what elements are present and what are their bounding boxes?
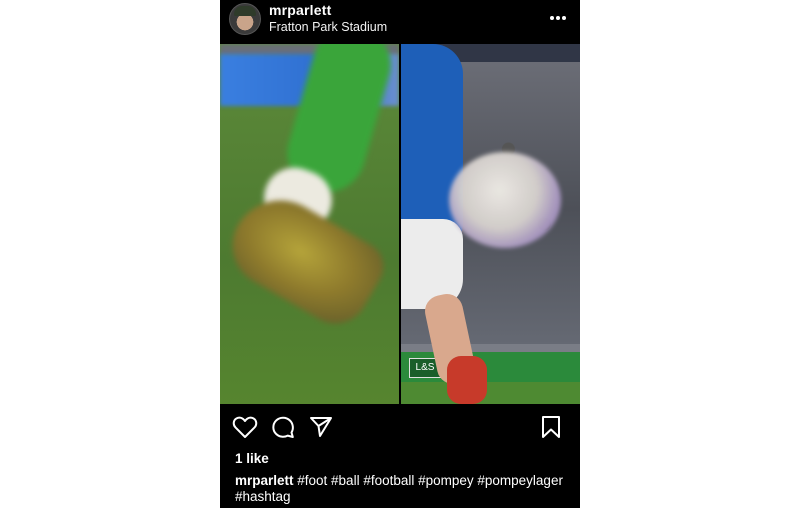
avatar-cap: [234, 6, 256, 16]
comment-button[interactable]: [270, 416, 296, 442]
photo-right-panel: L&S: [401, 44, 580, 404]
football: [449, 152, 561, 248]
post-location[interactable]: Fratton Park Stadium: [269, 20, 387, 34]
more-options-icon: [549, 8, 567, 26]
post-caption: mrparlett #foot #ball #football #pompey …: [235, 473, 570, 505]
post-photo[interactable]: L&S: [220, 44, 580, 404]
share-button[interactable]: [308, 416, 334, 442]
save-button[interactable]: [538, 414, 564, 445]
caption-username[interactable]: mrparlett: [235, 473, 294, 488]
heart-icon: [232, 415, 258, 444]
post-header: mrparlett Fratton Park Stadium: [220, 0, 580, 44]
post-username[interactable]: mrparlett: [269, 2, 331, 18]
bookmark-icon: [539, 414, 563, 445]
send-icon: [308, 414, 334, 445]
post-actions: [220, 404, 580, 450]
photo-left-panel: [220, 44, 399, 404]
pitch: [401, 382, 580, 404]
like-button[interactable]: [232, 416, 258, 442]
like-count[interactable]: 1 like: [235, 451, 269, 466]
pitchside-board: L&S: [401, 352, 580, 382]
avatar[interactable]: [229, 3, 261, 35]
more-options-button[interactable]: [546, 6, 570, 28]
player-red-sock: [447, 356, 487, 404]
instagram-post: mrparlett Fratton Park Stadium L&S 1 lik…: [220, 0, 580, 508]
comment-icon: [270, 414, 296, 445]
